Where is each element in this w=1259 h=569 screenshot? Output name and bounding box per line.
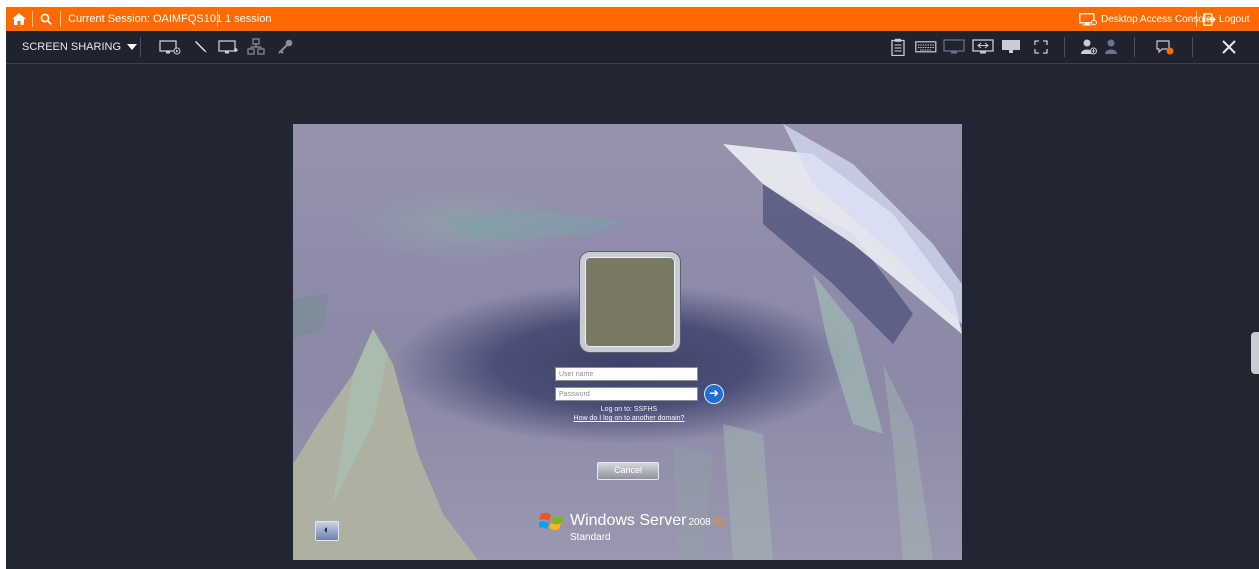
add-user-button[interactable]	[1078, 37, 1100, 57]
close-icon	[1222, 40, 1236, 54]
display-button[interactable]	[1000, 37, 1022, 57]
home-button[interactable]	[10, 7, 28, 31]
divider	[1134, 37, 1135, 57]
desktop-access-console-button[interactable]: Desktop Access Console	[1079, 7, 1212, 31]
screen-sharing-label: SCREEN SHARING	[22, 41, 122, 53]
logout-label: Logout	[1219, 13, 1250, 25]
session-label: Current Session: OAIMFQS101	[68, 13, 223, 25]
submit-arrow-button[interactable]: ➜	[704, 384, 724, 404]
clipboard-button[interactable]	[887, 37, 909, 57]
chat-icon	[1156, 40, 1174, 55]
monitor-play-button[interactable]	[159, 37, 181, 57]
divider	[1192, 37, 1193, 57]
divider	[32, 11, 33, 27]
screen-sharing-dropdown[interactable]: SCREEN SHARING	[22, 31, 138, 63]
key-icon	[278, 39, 293, 54]
user-button[interactable]	[1100, 37, 1122, 57]
session-count[interactable]: 1 session	[225, 7, 271, 31]
password-placeholder: Password	[559, 391, 590, 398]
monitor-icon	[218, 40, 238, 54]
divider	[217, 11, 218, 27]
close-button[interactable]	[1218, 37, 1240, 57]
monitor-screen-icon	[1079, 12, 1097, 25]
side-panel-handle[interactable]	[1251, 332, 1259, 374]
remote-desktop-view[interactable]: User name Password ➜ Log on to: SSFHS Ho…	[293, 124, 962, 560]
divider	[1196, 11, 1197, 27]
search-button[interactable]	[37, 7, 55, 31]
clipboard-icon	[891, 38, 905, 56]
keyboard-button[interactable]	[915, 37, 937, 57]
monitor-play-icon	[159, 40, 181, 55]
password-input[interactable]: Password	[555, 387, 698, 401]
go-arrow-icon: ➜	[708, 386, 720, 400]
user-tile	[580, 252, 680, 352]
search-icon	[40, 13, 52, 25]
keyboard-icon	[915, 41, 937, 53]
brand-name: Windows Server	[570, 512, 687, 529]
username-placeholder: User name	[559, 371, 594, 378]
monitor-off-button[interactable]	[943, 37, 965, 57]
user-icon	[1105, 39, 1117, 54]
monitor-off-icon	[943, 39, 965, 54]
brand-edition: Standard	[570, 532, 611, 543]
top-bar: Current Session: OAIMFQS101 1 session De…	[6, 7, 1259, 31]
ease-of-access-button[interactable]: ◐	[315, 521, 339, 541]
cancel-button[interactable]: Cancel	[597, 462, 659, 480]
home-icon	[12, 13, 26, 25]
fullscreen-button[interactable]	[1030, 37, 1052, 57]
toolbar: SCREEN SHARING	[6, 31, 1259, 64]
app-window: Current Session: OAIMFQS101 1 session De…	[6, 7, 1259, 569]
brand-version: 2008	[688, 517, 711, 528]
ease-of-access-icon: ◐	[323, 524, 331, 536]
caret-down-icon	[127, 44, 138, 50]
divider	[1064, 37, 1065, 57]
divider	[140, 37, 141, 57]
logout-icon	[1203, 12, 1216, 26]
windows-logo-icon	[539, 512, 564, 531]
pen-icon	[195, 41, 207, 53]
network-button[interactable]	[245, 37, 267, 57]
monitor-send-button[interactable]	[972, 37, 994, 57]
username-input[interactable]: User name	[555, 367, 698, 381]
chat-button[interactable]	[1154, 37, 1176, 57]
add-user-icon	[1081, 39, 1097, 55]
logout-button[interactable]: Logout	[1203, 7, 1250, 31]
monitor-button[interactable]	[218, 37, 240, 57]
brand-r2: R2	[712, 517, 726, 528]
pen-button[interactable]	[191, 37, 213, 57]
another-domain-link[interactable]: How do I log on to another domain?	[529, 415, 729, 422]
key-button[interactable]	[274, 37, 296, 57]
display-icon	[1002, 40, 1020, 53]
monitor-send-icon	[972, 39, 994, 54]
logon-domain-text: Log on to: SSFHS	[600, 406, 658, 413]
network-icon	[247, 38, 265, 55]
divider	[60, 11, 61, 27]
fullscreen-icon	[1034, 40, 1048, 54]
